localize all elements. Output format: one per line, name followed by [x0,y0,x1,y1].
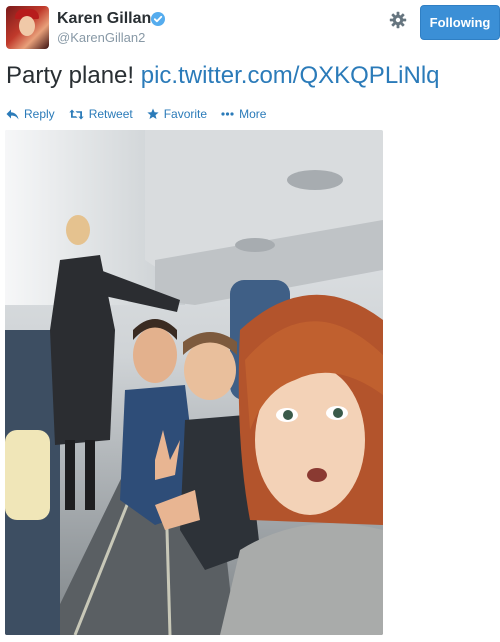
reply-action[interactable]: Reply [6,107,55,121]
user-handle[interactable]: @KarenGillan2 [57,30,145,45]
retweet-action[interactable]: Retweet [68,107,133,121]
verified-badge-icon [151,12,165,26]
more-action[interactable]: More [221,107,266,121]
tweet-text: Party plane! pic.twitter.com/QXKQPLiNlq [6,62,440,90]
avatar[interactable] [6,6,49,49]
more-dots-icon [221,112,234,116]
retweet-icon [68,109,84,119]
favorite-action[interactable]: Favorite [147,107,207,121]
gear-icon[interactable] [389,11,407,29]
tweet-link[interactable]: pic.twitter.com/QXKQPLiNlq [141,62,440,89]
following-button[interactable]: Following [420,5,500,40]
star-icon [147,108,159,119]
tweet-body: Party plane! [6,62,141,89]
user-name[interactable]: Karen Gillan [57,10,151,28]
reply-icon [6,109,19,119]
tweet-photo[interactable] [5,130,383,635]
favorite-label: Favorite [163,107,208,121]
tweet-actions: Reply Retweet Favorite More [6,106,280,122]
retweet-label: Retweet [88,107,133,121]
more-label: More [239,107,267,121]
reply-label: Reply [24,107,55,121]
